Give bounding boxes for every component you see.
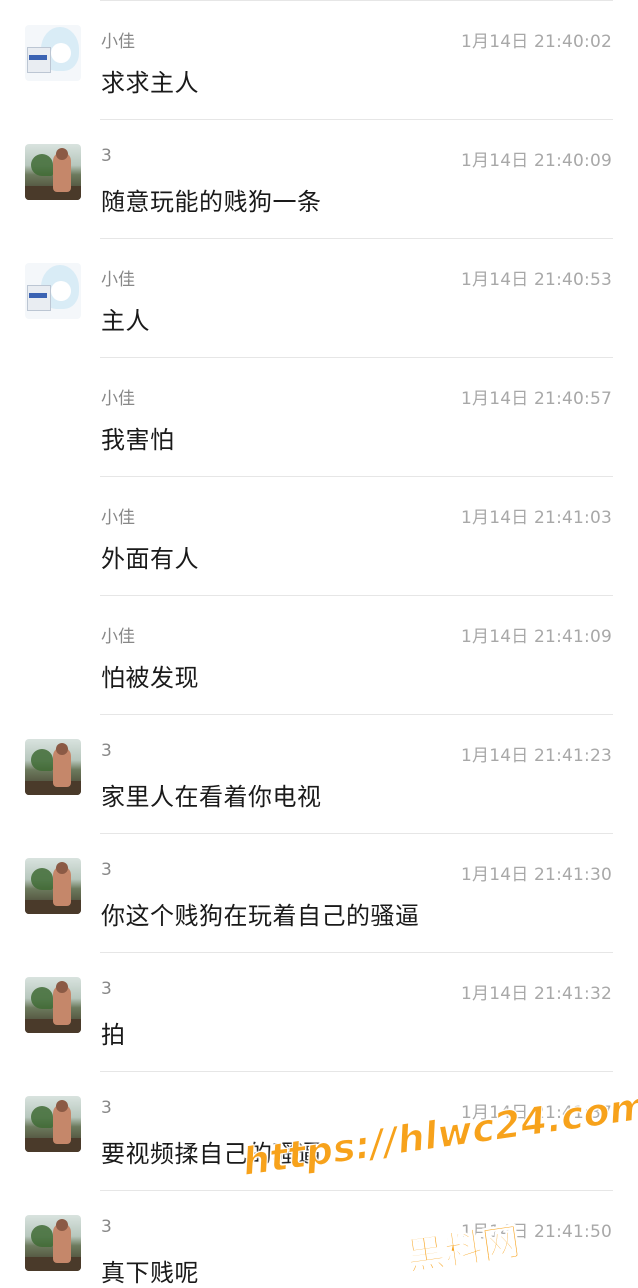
row-divider [100, 952, 613, 953]
message-time: 1月14日 21:41:03 [460, 508, 612, 528]
sender-name: 小佳 [101, 32, 135, 52]
message-time: 1月14日 21:40:09 [460, 151, 612, 171]
message-time: 1月14日 21:40:53 [460, 270, 612, 290]
message-text: 主人 [101, 307, 150, 335]
chat-message-row[interactable]: 小佳 1月14日 21:41:09 怕被发现 [0, 595, 638, 714]
chat-message-row[interactable]: 小佳 1月14日 21:41:03 外面有人 [0, 476, 638, 595]
anime-avatar[interactable] [25, 25, 81, 81]
chat-message-row[interactable]: 3 1月14日 21:41:23 家里人在看着你电视 [0, 714, 638, 833]
chat-message-row[interactable]: 3 1月14日 21:41:32 拍 [0, 952, 638, 1071]
message-text: 拍 [101, 1021, 126, 1049]
row-divider [100, 0, 613, 1]
message-text: 要视频揉自己的骚逼 [101, 1140, 322, 1168]
row-divider [100, 238, 613, 239]
photo-avatar[interactable] [25, 1215, 81, 1271]
chat-message-row[interactable]: 3 1月14日 21:41:50 真下贱呢 [0, 1190, 638, 1287]
message-text: 你这个贱狗在玩着自己的骚逼 [101, 902, 420, 930]
row-divider [100, 833, 613, 834]
sender-name: 3 [101, 860, 112, 880]
chat-message-row[interactable]: 小佳 1月14日 21:40:57 我害怕 [0, 357, 638, 476]
message-text: 随意玩能的贱狗一条 [101, 188, 322, 216]
row-divider [100, 357, 613, 358]
sender-name: 3 [101, 979, 112, 999]
message-time: 1月14日 21:41:37 [460, 1103, 612, 1123]
row-divider [100, 714, 613, 715]
sender-name: 3 [101, 1217, 112, 1237]
sender-name: 小佳 [101, 389, 135, 409]
message-time: 1月14日 21:40:57 [460, 389, 612, 409]
photo-avatar[interactable] [25, 739, 81, 795]
photo-avatar[interactable] [25, 1096, 81, 1152]
message-text: 真下贱呢 [101, 1259, 199, 1287]
message-time: 1月14日 21:41:32 [460, 984, 612, 1004]
row-divider [100, 1071, 613, 1072]
message-time: 1月14日 21:41:23 [460, 746, 612, 766]
message-time: 1月14日 21:41:30 [460, 865, 612, 885]
anime-avatar[interactable] [25, 263, 81, 319]
chat-message-row[interactable]: 小佳 1月14日 21:40:53 主人 [0, 238, 638, 357]
message-time: 1月14日 21:41:50 [460, 1222, 612, 1242]
row-divider [100, 595, 613, 596]
chat-message-row[interactable]: 3 1月14日 21:40:09 随意玩能的贱狗一条 [0, 119, 638, 238]
message-text: 家里人在看着你电视 [101, 783, 322, 811]
sender-name: 3 [101, 741, 112, 761]
row-divider [100, 1190, 613, 1191]
message-text: 外面有人 [101, 545, 199, 573]
sender-name: 小佳 [101, 508, 135, 528]
sender-name: 小佳 [101, 270, 135, 290]
message-text: 我害怕 [101, 426, 175, 454]
sender-name: 3 [101, 146, 112, 166]
message-text: 求求主人 [101, 69, 199, 97]
row-divider [100, 476, 613, 477]
chat-message-row[interactable]: 小佳 1月14日 21:40:02 求求主人 [0, 0, 638, 119]
message-time: 1月14日 21:41:09 [460, 627, 612, 647]
photo-avatar[interactable] [25, 858, 81, 914]
row-divider [100, 119, 613, 120]
message-time: 1月14日 21:40:02 [460, 32, 612, 52]
sender-name: 小佳 [101, 627, 135, 647]
message-text: 怕被发现 [101, 664, 199, 692]
photo-avatar[interactable] [25, 977, 81, 1033]
chat-message-row[interactable]: 3 1月14日 21:41:37 要视频揉自己的骚逼 [0, 1071, 638, 1190]
photo-avatar[interactable] [25, 144, 81, 200]
sender-name: 3 [101, 1098, 112, 1118]
chat-message-row[interactable]: 3 1月14日 21:41:30 你这个贱狗在玩着自己的骚逼 [0, 833, 638, 952]
